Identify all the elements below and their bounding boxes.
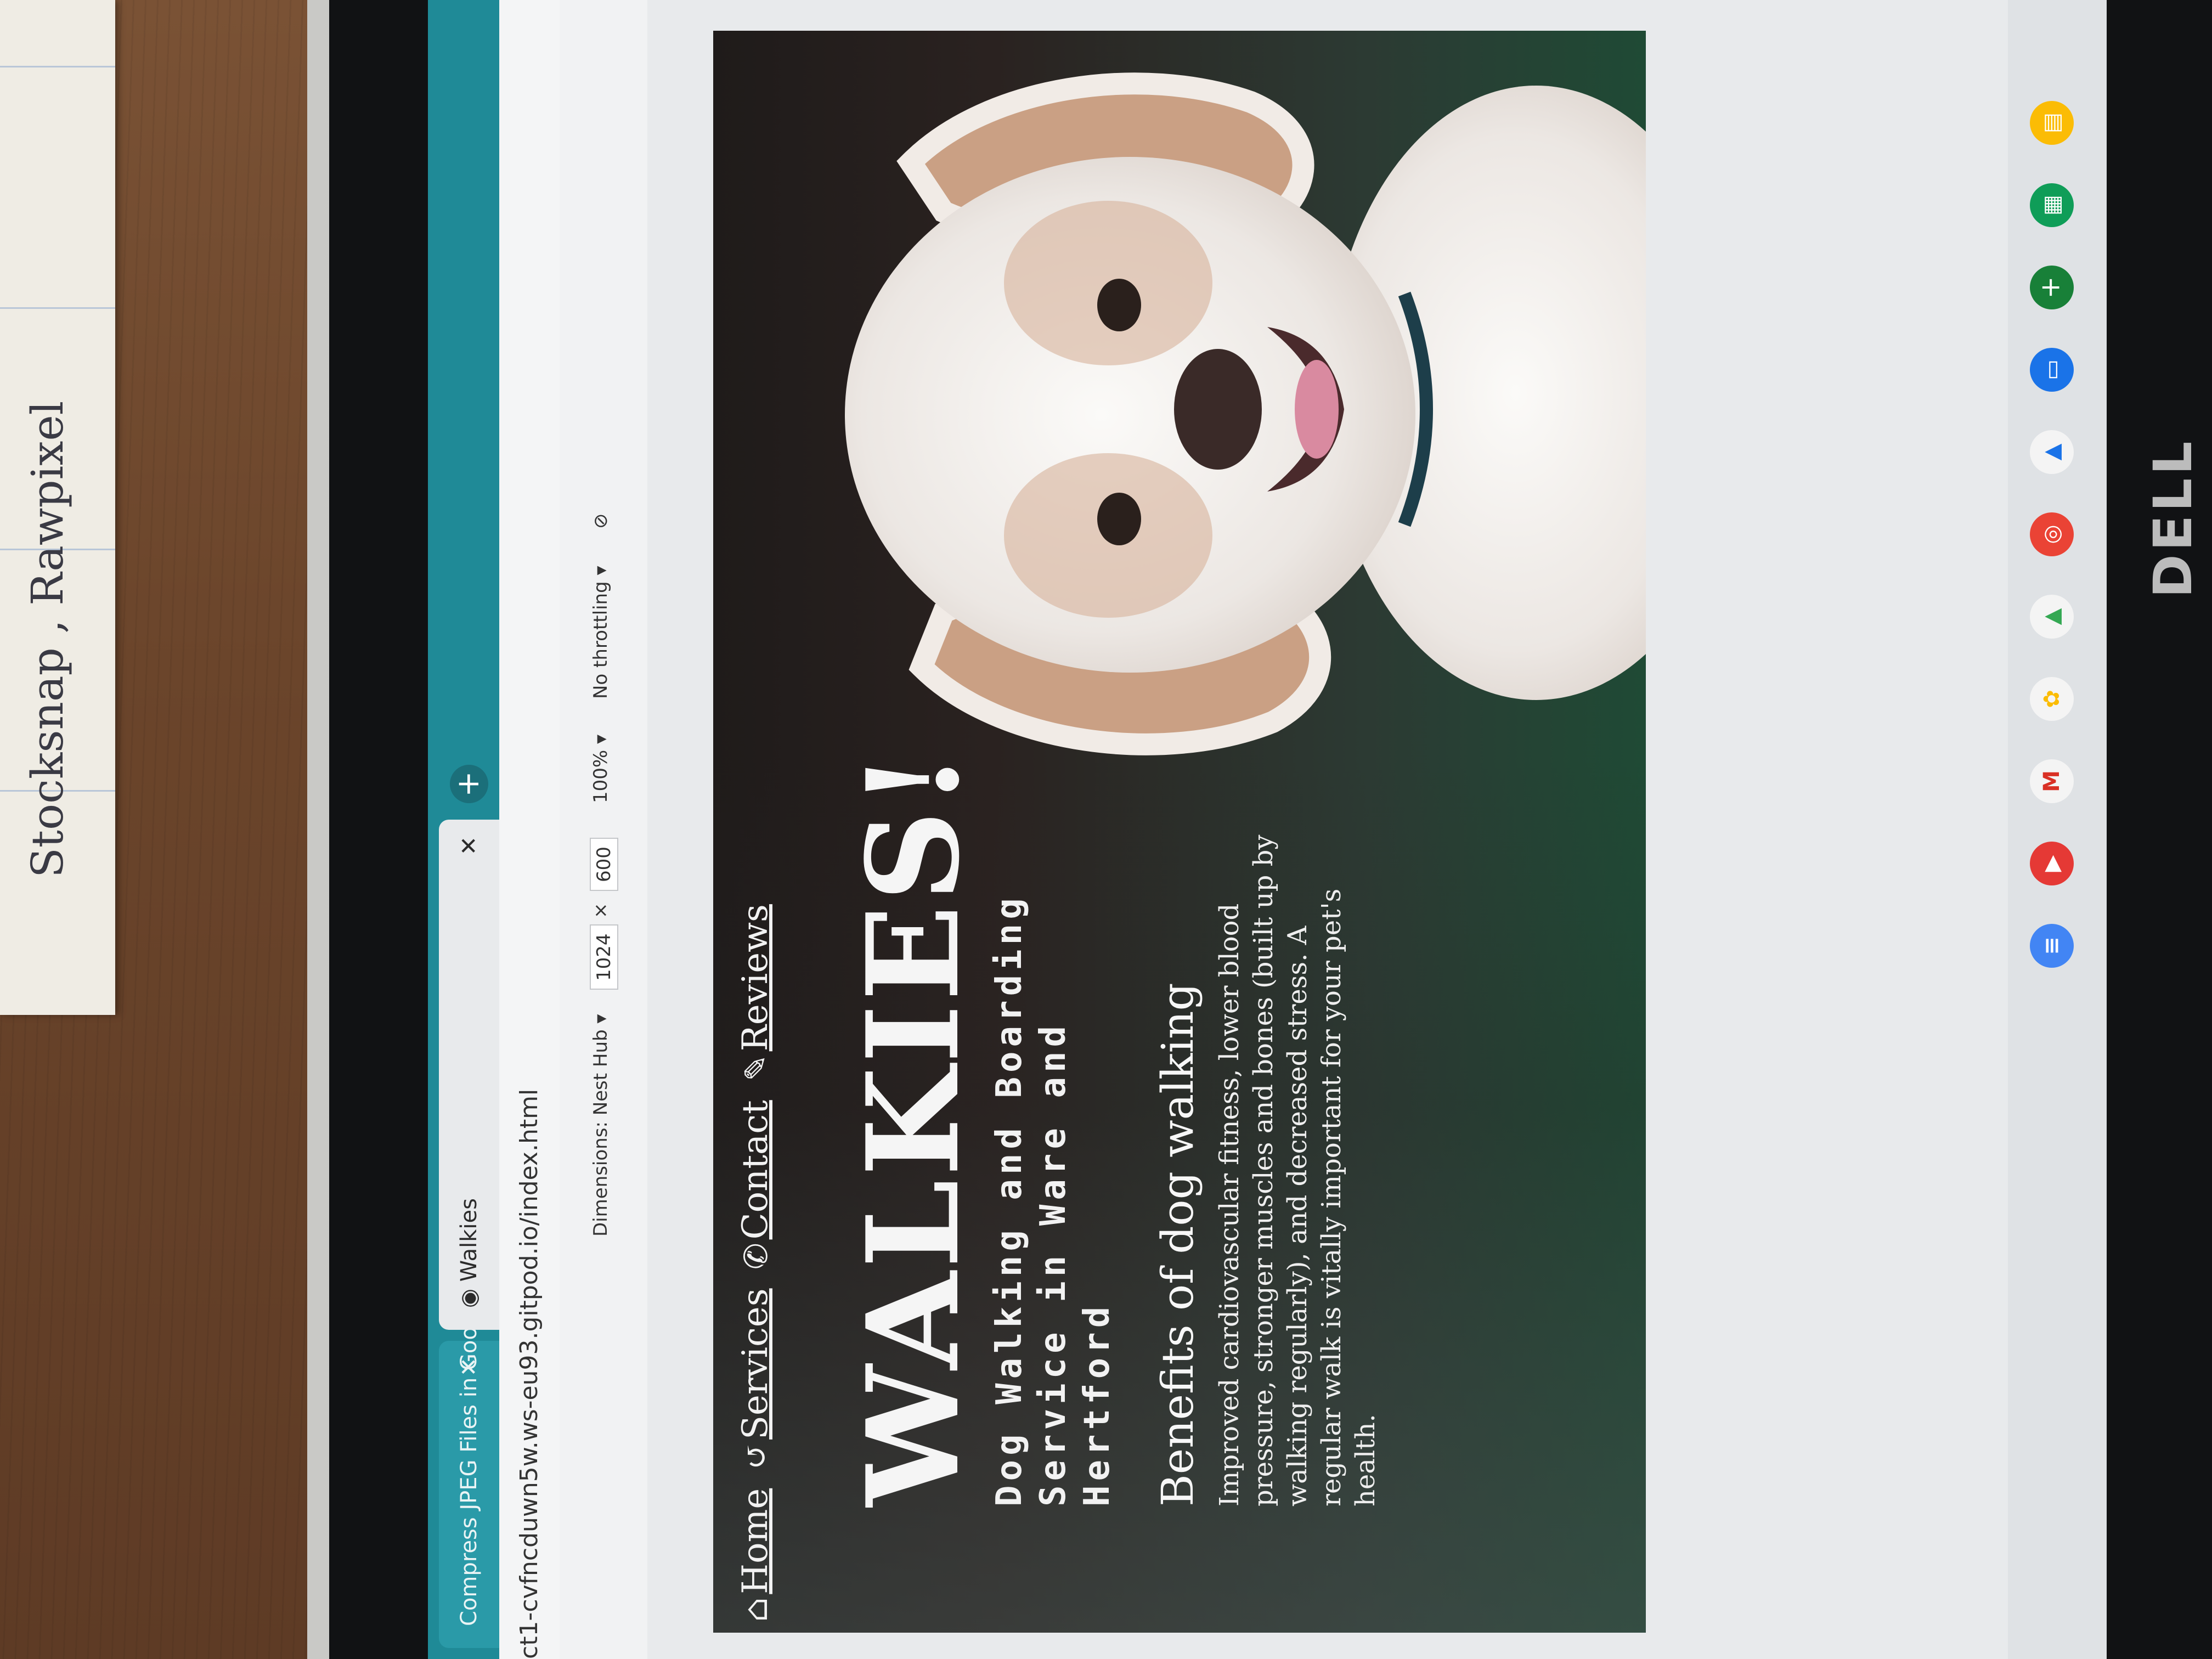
- chromeos-shelf: ≡ ▶ M ✿ ▲ ◎ ▲ ▭ ＋ ▦ ▤: [2008, 0, 2107, 1659]
- play-icon[interactable]: ▲: [2030, 430, 2074, 474]
- calendar-icon[interactable]: ▤: [2030, 101, 2074, 145]
- nav-reviews-link[interactable]: Reviews: [735, 904, 776, 1051]
- close-icon[interactable]: ✕: [439, 836, 499, 855]
- nav-home-link[interactable]: Home: [735, 1488, 776, 1594]
- close-icon[interactable]: ✕: [439, 1357, 499, 1376]
- hero-subtitle: Dog Walking and Boarding Service in Ware…: [989, 894, 1118, 1506]
- hero-title: WALKIES!: [839, 748, 988, 1506]
- benefits-text: Improved cardiovascular fitness, lower b…: [1214, 834, 1381, 1506]
- url-text: ct1-cvfncduwn5w.ws-eu93.gitpod.io/index.…: [515, 1088, 543, 1659]
- zoom-select[interactable]: 100% ▾: [590, 735, 612, 803]
- handwritten-note: Stocksnap , Rawpixel: [22, 400, 73, 878]
- viewport-height-input[interactable]: 600: [590, 838, 618, 891]
- address-bar[interactable]: ct1-cvfncduwn5w.ws-eu93.gitpod.io/index.…: [499, 0, 560, 1659]
- viewport-width-input[interactable]: 1024: [590, 924, 618, 990]
- dog-eye-right: [1097, 279, 1141, 331]
- tab-compress-jpeg[interactable]: Compress JPEG Files in Google ✕: [439, 1293, 499, 1648]
- monitor-screen: Compress JPEG Files in Google ✕ ◉ Walkie…: [428, 0, 2107, 1659]
- gmail-icon[interactable]: M: [2030, 759, 2074, 803]
- sheets-icon[interactable]: ▦: [2030, 183, 2074, 227]
- site-nav: ⌂ Home ↺Services ✆ Contact ✎ Reviews: [735, 896, 776, 1622]
- dog-nose: [1174, 349, 1262, 470]
- home-icon: ⌂: [737, 1597, 775, 1622]
- rotated-display: Compress JPEG Files in Google ✕ ◉ Walkie…: [428, 0, 2107, 1659]
- youtube-icon[interactable]: ▶: [2030, 842, 2074, 885]
- paper-rule: [0, 66, 115, 67]
- webpage-viewport: ⌂ Home ↺Services ✆ Contact ✎ Reviews WALKIE…: [713, 31, 1646, 1633]
- nav-contact-link[interactable]: Contact: [735, 1100, 776, 1239]
- globe-icon: ◉: [456, 1282, 482, 1308]
- devtools-device-toolbar: Dimensions: Nest Hub ▾ 1024 × 600 100% ▾…: [560, 0, 647, 1659]
- services-icon: ↺: [737, 1442, 775, 1470]
- phone-icon: ✆: [737, 1243, 775, 1269]
- calculator-icon[interactable]: ＋: [2030, 266, 2074, 309]
- device-dimensions-select[interactable]: Dimensions: Nest Hub ▾: [590, 1014, 612, 1237]
- dog-tongue: [1295, 360, 1339, 459]
- tab-label: Walkies: [456, 1198, 482, 1282]
- monitor-brand-logo: DELL: [2142, 438, 2204, 598]
- benefits-heading: Benefits of dog walking: [1152, 983, 1203, 1506]
- dog-eye-left: [1097, 493, 1141, 545]
- docs-icon[interactable]: ≡: [2030, 924, 2074, 968]
- browser-tabbar: Compress JPEG Files in Google ✕ ◉ Walkie…: [428, 0, 499, 1659]
- chrome-icon[interactable]: ◎: [2030, 512, 2074, 556]
- tab-label: Compress JPEG Files in Google: [456, 1293, 482, 1626]
- files-icon[interactable]: ▭: [2030, 348, 2074, 392]
- nav-services-link[interactable]: Services: [735, 1288, 776, 1440]
- paper-note: Stocksnap , Rawpixel: [0, 0, 115, 1015]
- dog-photo: [845, 72, 1646, 755]
- rotate-icon[interactable]: ⊘: [590, 514, 612, 529]
- drive-icon[interactable]: ▲: [2030, 595, 2074, 639]
- paper-rule: [0, 307, 115, 309]
- tab-walkies[interactable]: ◉ Walkies ✕: [439, 820, 499, 1330]
- pencil-icon: ✎: [737, 1054, 775, 1081]
- dimension-times: ×: [590, 902, 612, 919]
- new-tab-button[interactable]: +: [450, 765, 488, 803]
- throttling-select[interactable]: No throttling ▾: [590, 566, 612, 699]
- photos-icon[interactable]: ✿: [2030, 677, 2074, 721]
